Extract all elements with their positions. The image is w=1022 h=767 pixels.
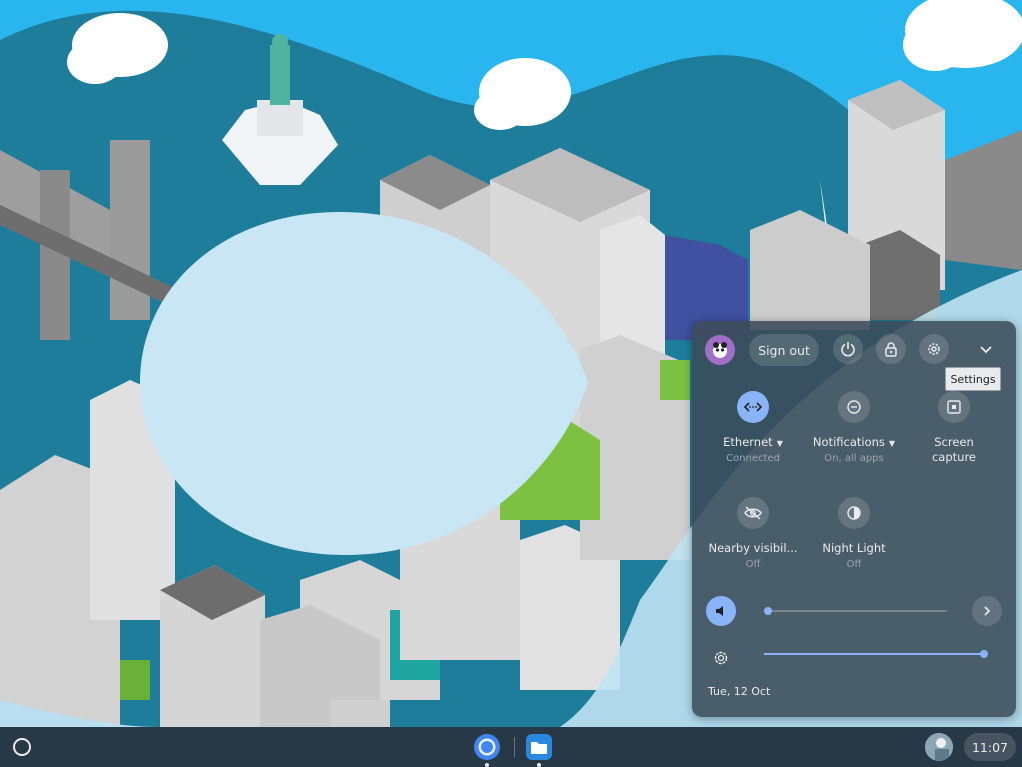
launcher-button[interactable] <box>11 736 33 758</box>
clock-button[interactable]: 11:07 <box>964 733 1016 761</box>
user-avatar[interactable] <box>705 335 735 365</box>
avatar-image-icon <box>925 733 953 761</box>
files-icon <box>526 734 552 760</box>
sign-out-button[interactable]: Sign out <box>749 334 819 366</box>
nearby-share-icon <box>737 497 769 529</box>
ethernet-label: Ethernet <box>723 435 773 449</box>
night-light-label: Night Light <box>822 541 886 555</box>
brightness-slider-thumb[interactable] <box>980 650 988 658</box>
volume-slider[interactable] <box>767 610 947 612</box>
notifications-label: Notifications <box>812 435 885 449</box>
caret-down-icon: ▼ <box>776 439 783 448</box>
notifications-status: On, all apps <box>824 453 884 464</box>
audio-settings-button[interactable] <box>972 596 1002 626</box>
panda-avatar-icon <box>713 342 727 358</box>
nearby-share-feature[interactable]: Nearby visibil... Off <box>703 497 803 570</box>
ethernet-status: Connected <box>726 453 780 464</box>
ethernet-icon <box>737 391 769 423</box>
chevron-down-icon <box>980 346 992 354</box>
brightness-icon <box>708 645 734 671</box>
settings-tooltip: Settings <box>945 367 1001 391</box>
nearby-share-label: Nearby visibil... <box>708 541 798 555</box>
nearby-share-status: Off <box>745 559 761 570</box>
power-icon <box>841 342 855 357</box>
notifications-icon <box>838 391 870 423</box>
gear-icon <box>928 343 940 355</box>
brightness-slider[interactable] <box>764 653 984 655</box>
volume-slider-thumb[interactable] <box>764 607 772 615</box>
shelf-app-files[interactable] <box>524 732 554 767</box>
collapse-button[interactable] <box>978 341 994 357</box>
speaker-icon <box>716 606 723 616</box>
running-indicator <box>537 763 541 767</box>
night-light-status: Off <box>846 559 862 570</box>
mute-button[interactable] <box>706 596 736 626</box>
ethernet-feature[interactable]: Ethernet ▼ Connected <box>703 391 803 464</box>
shelf-divider <box>514 737 515 757</box>
launcher-icon <box>13 738 31 756</box>
screen-capture-label: Screen <box>934 435 974 449</box>
lock-button[interactable] <box>876 334 906 364</box>
quick-settings-panel: Sign out Settings Ethernet ▼ Connected N… <box>692 321 1016 717</box>
running-indicator <box>485 763 489 767</box>
lock-icon <box>885 342 897 357</box>
caret-down-icon: ▼ <box>888 439 896 448</box>
screen-capture-feature[interactable]: Screen capture <box>904 391 1004 464</box>
night-light-icon <box>838 497 870 529</box>
shelf: 11:07 <box>0 727 1022 767</box>
power-button[interactable] <box>833 334 863 364</box>
notifications-feature[interactable]: Notifications ▼ On, all apps <box>804 391 904 464</box>
date-label: Tue, 12 Oct <box>708 685 771 698</box>
screen-capture-label-line2: capture <box>931 450 977 464</box>
chrome-icon <box>474 734 500 760</box>
shelf-app-chrome[interactable] <box>472 732 502 767</box>
settings-button[interactable] <box>919 334 949 364</box>
tray-user-avatar[interactable] <box>925 733 953 761</box>
screen-capture-icon <box>938 391 970 423</box>
chevron-right-icon <box>984 606 991 616</box>
night-light-feature[interactable]: Night Light Off <box>804 497 904 570</box>
